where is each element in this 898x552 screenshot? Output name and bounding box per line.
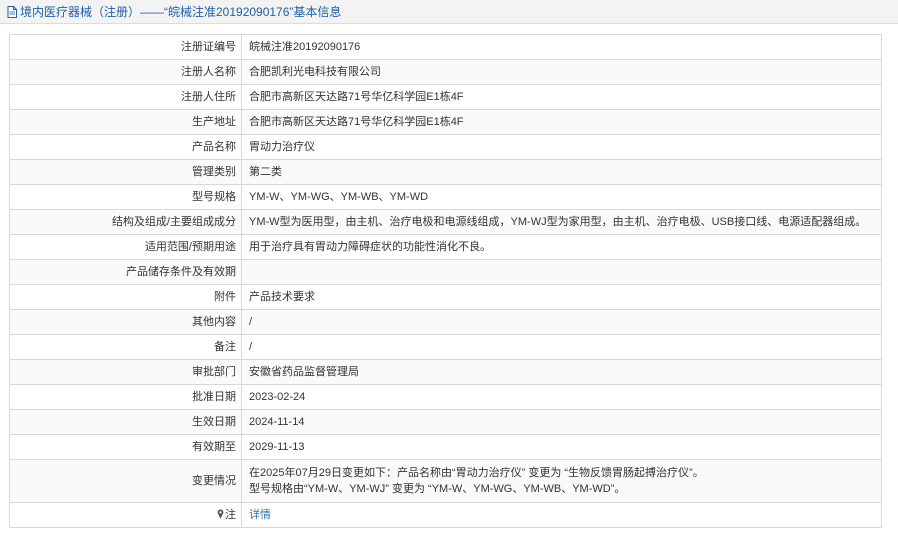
- row-value: YM-W、YM-WG、YM-WB、YM-WD: [241, 184, 882, 210]
- row-value: [241, 259, 882, 285]
- row-value: 安徽省药品监督管理局: [241, 359, 882, 385]
- row-label: 注册证编号: [9, 34, 242, 60]
- row-value: 2024-11-14: [241, 409, 882, 435]
- table-row: 注册人住所 合肥市高新区天达路71号华亿科学园E1栋4F: [9, 84, 882, 110]
- row-label: 批准日期: [9, 384, 242, 410]
- table-row: 生产地址 合肥市高新区天达路71号华亿科学园E1栋4F: [9, 109, 882, 135]
- table-row: 备注 /: [9, 334, 882, 360]
- row-value: 合肥凯利光电科技有限公司: [241, 59, 882, 85]
- row-label: 其他内容: [9, 309, 242, 335]
- table-row: 生效日期 2024-11-14: [9, 409, 882, 435]
- table-row: 注册人名称 合肥凯利光电科技有限公司: [9, 59, 882, 85]
- table-row: 批准日期 2023-02-24: [9, 384, 882, 410]
- row-label: 审批部门: [9, 359, 242, 385]
- row-label: 结构及组成/主要组成成分: [9, 209, 242, 235]
- note-label: 注: [225, 509, 236, 521]
- document-icon: [7, 5, 17, 18]
- row-label: 产品储存条件及有效期: [9, 259, 242, 285]
- table-row-change: 变更情况 在2025年07月29日变更如下：产品名称由“胃动力治疗仪” 变更为 “…: [9, 459, 882, 503]
- row-value: 2023-02-24: [241, 384, 882, 410]
- table-row: 适用范围/预期用途 用于治疗具有胃动力障碍症状的功能性消化不良。: [9, 234, 882, 260]
- row-label: 注册人住所: [9, 84, 242, 110]
- row-value: /: [241, 334, 882, 360]
- page-header: 境内医疗器械（注册）——“皖械注准20192090176”基本信息: [0, 0, 898, 24]
- row-value: 胃动力治疗仪: [241, 134, 882, 160]
- change-value: 在2025年07月29日变更如下：产品名称由“胃动力治疗仪” 变更为 “生物反馈…: [241, 459, 882, 503]
- change-line-1: 在2025年07月29日变更如下：产品名称由“胃动力治疗仪” 变更为 “生物反馈…: [249, 467, 704, 479]
- row-label: 备注: [9, 334, 242, 360]
- table-row: 审批部门 安徽省药品监督管理局: [9, 359, 882, 385]
- row-value: 第二类: [241, 159, 882, 185]
- row-label: 注册人名称: [9, 59, 242, 85]
- row-value: 合肥市高新区天达路71号华亿科学园E1栋4F: [241, 109, 882, 135]
- change-line-2: 型号规格由“YM-W、YM-WJ” 变更为 “YM-W、YM-WG、YM-WB、…: [249, 483, 626, 495]
- row-value: 皖械注准20192090176: [241, 34, 882, 60]
- row-label: 生产地址: [9, 109, 242, 135]
- row-value: 产品技术要求: [241, 284, 882, 310]
- row-label: 型号规格: [9, 184, 242, 210]
- info-table: 注册证编号 皖械注准20192090176 注册人名称 合肥凯利光电科技有限公司 注册人…: [9, 34, 882, 528]
- pin-icon: [217, 509, 224, 519]
- row-label: 生效日期: [9, 409, 242, 435]
- row-label: 适用范围/预期用途: [9, 234, 242, 260]
- row-value: 用于治疗具有胃动力障碍症状的功能性消化不良。: [241, 234, 882, 260]
- row-label: 附件: [9, 284, 242, 310]
- row-label: 产品名称: [9, 134, 242, 160]
- table-row: 注册证编号 皖械注准20192090176: [9, 34, 882, 60]
- row-label: 有效期至: [9, 434, 242, 460]
- row-value: YM-W型为医用型，由主机、治疗电极和电源线组成，YM-WJ型为家用型，由主机、…: [241, 209, 882, 235]
- table-row: 产品储存条件及有效期: [9, 259, 882, 285]
- row-value: 合肥市高新区天达路71号华亿科学园E1栋4F: [241, 84, 882, 110]
- table-row: 附件 产品技术要求: [9, 284, 882, 310]
- details-link[interactable]: 详情: [249, 509, 271, 521]
- row-value: /: [241, 309, 882, 335]
- table-row: 管理类别 第二类: [9, 159, 882, 185]
- row-label: 管理类别: [9, 159, 242, 185]
- note-label-cell: 注: [9, 502, 242, 528]
- change-label: 变更情况: [9, 459, 242, 503]
- row-value: 2029-11-13: [241, 434, 882, 460]
- table-row: 有效期至 2029-11-13: [9, 434, 882, 460]
- table-row-note: 注 详情: [9, 502, 882, 528]
- table-row: 型号规格 YM-W、YM-WG、YM-WB、YM-WD: [9, 184, 882, 210]
- table-row: 产品名称 胃动力治疗仪: [9, 134, 882, 160]
- table-row: 结构及组成/主要组成成分 YM-W型为医用型，由主机、治疗电极和电源线组成，YM-…: [9, 209, 882, 235]
- note-value: 详情: [241, 502, 882, 528]
- table-row: 其他内容 /: [9, 309, 882, 335]
- page-title: 境内医疗器械（注册）——“皖械注准20192090176”基本信息: [20, 5, 342, 19]
